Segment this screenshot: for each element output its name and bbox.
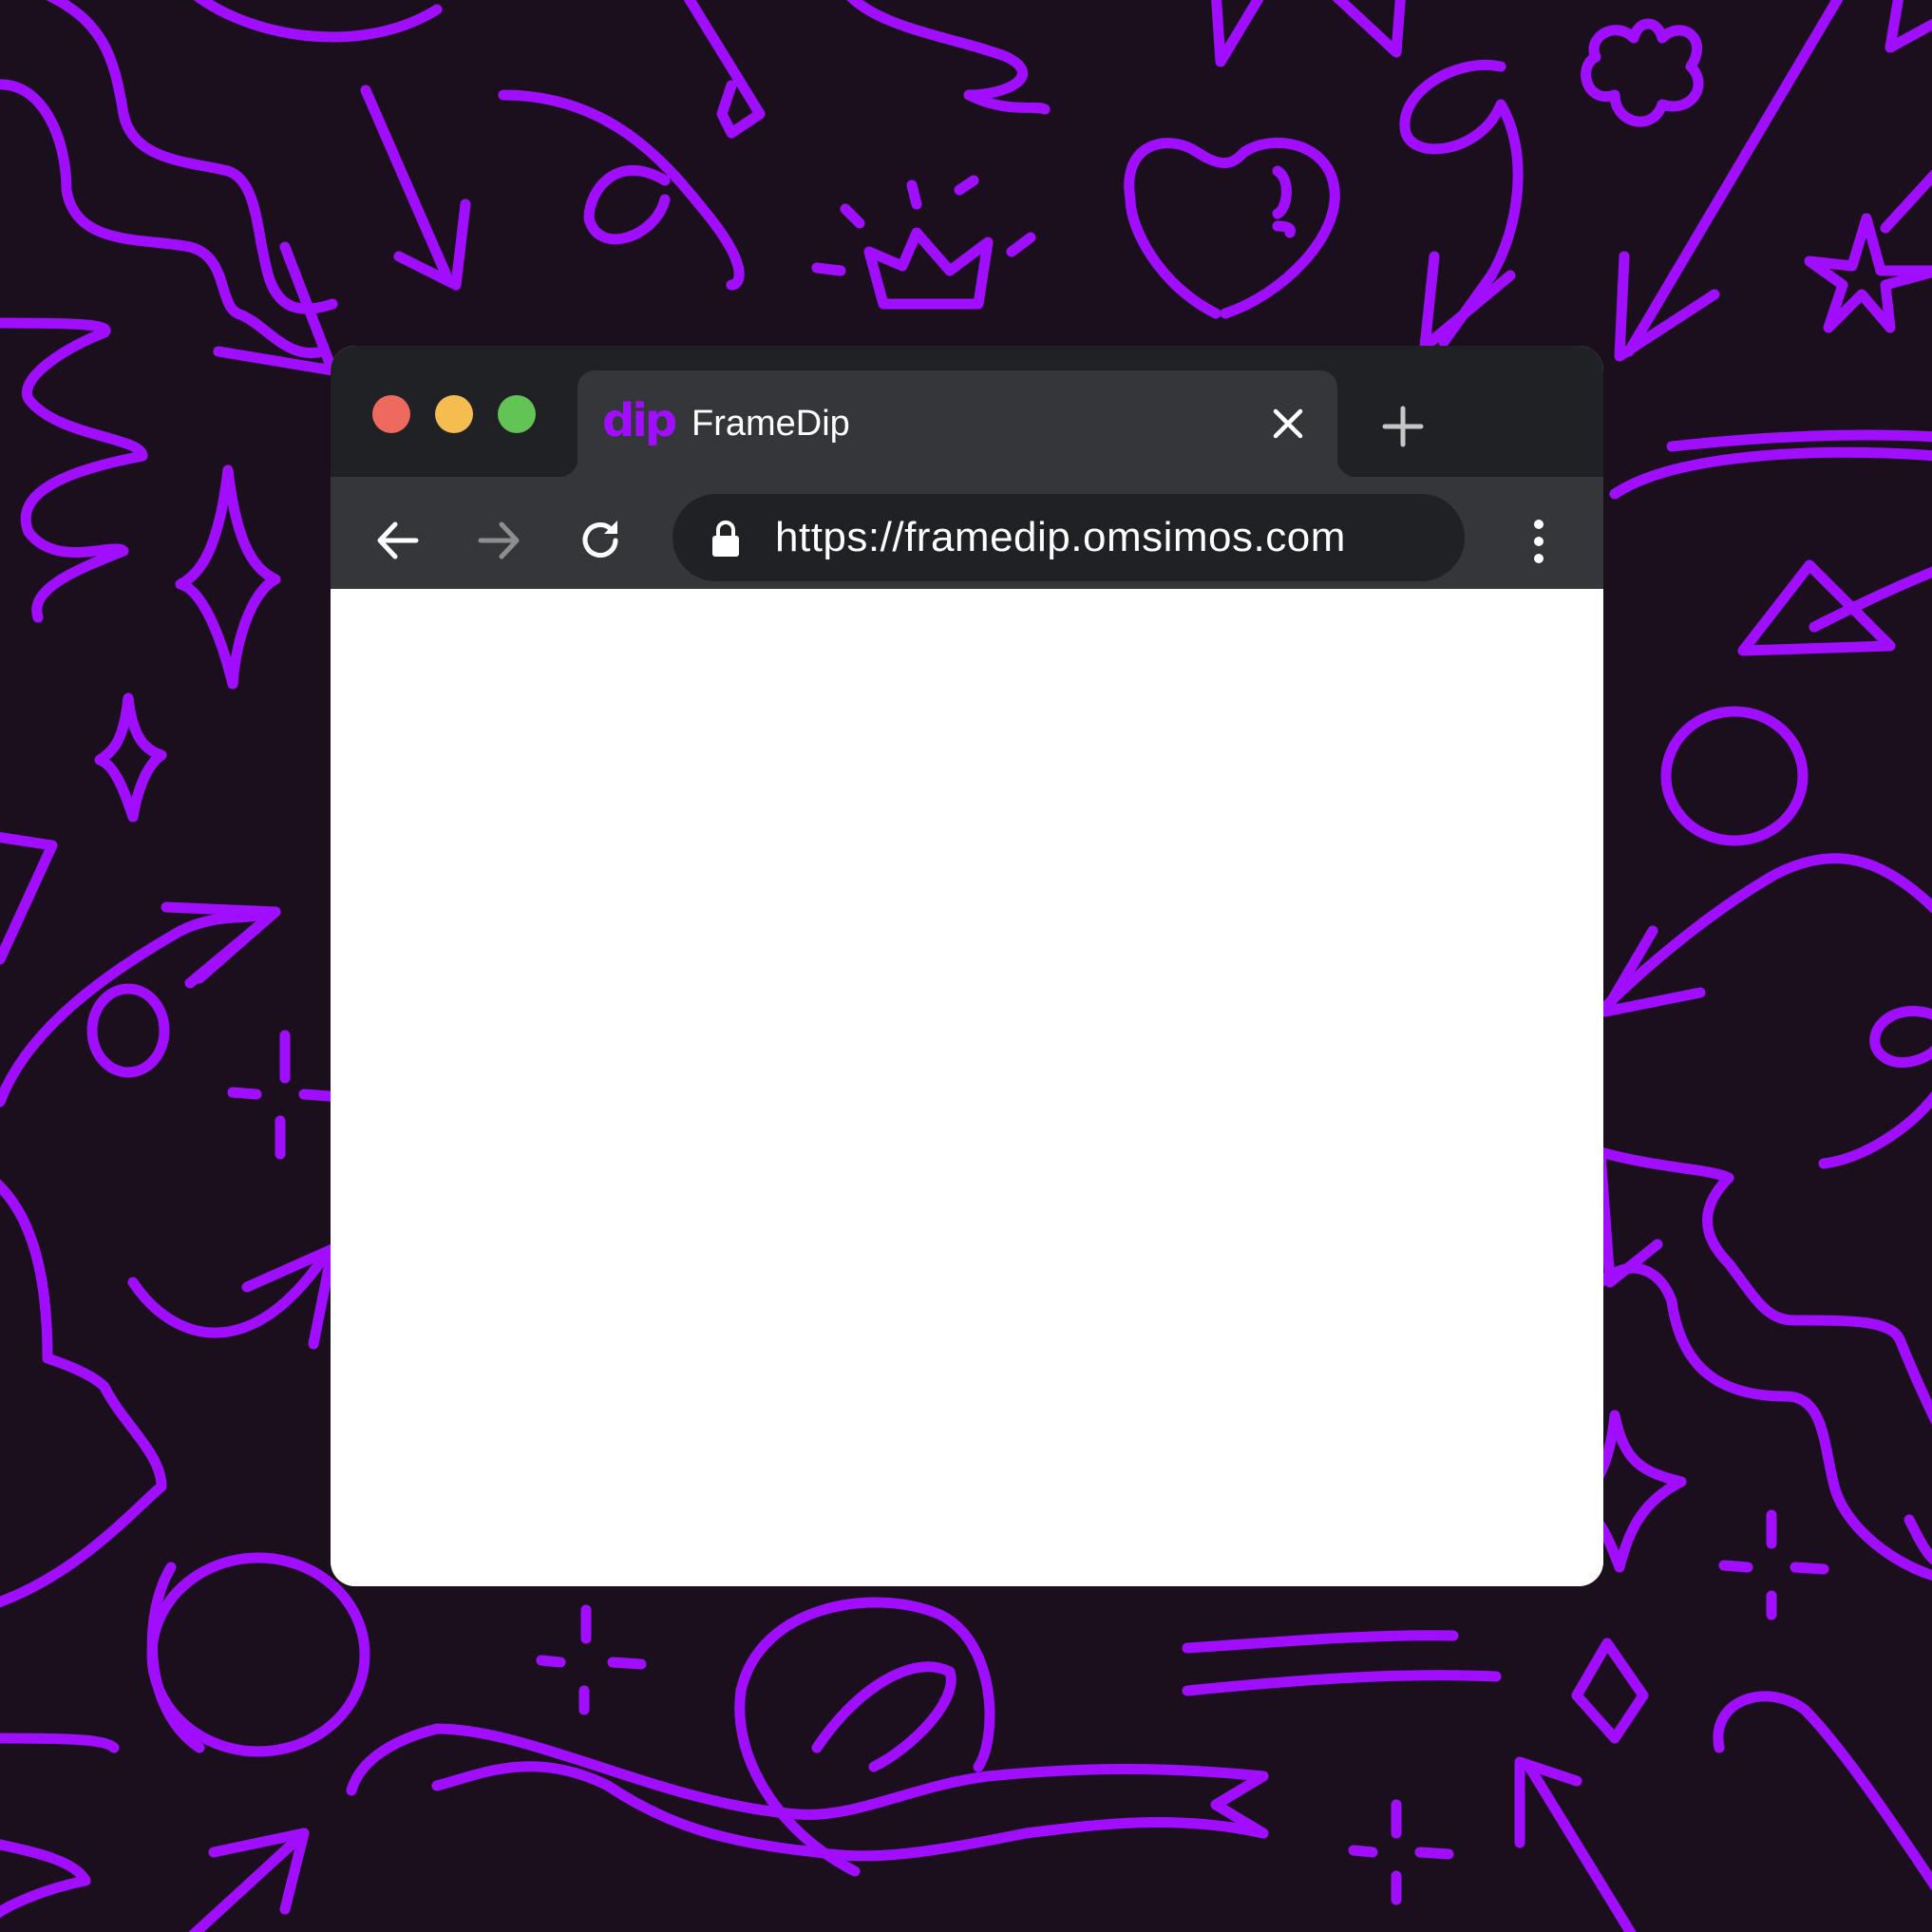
- arrow-right-icon[interactable]: [473, 515, 524, 566]
- doodle-heart-outline-icon: [0, 1179, 167, 1608]
- maximize-window-icon[interactable]: [498, 395, 536, 433]
- doodle-swoosh-icon: [1904, 1514, 1932, 1565]
- doodle-loop-icon: [86, 983, 170, 1078]
- minimize-window-icon[interactable]: [435, 395, 473, 433]
- doodle-zigzag-icon: [1211, 0, 1406, 67]
- doodle-arrowhead-icon: [0, 831, 58, 965]
- doodle-crown-icon: [863, 227, 994, 310]
- doodle-plus-spark-icon: [1348, 1799, 1454, 1905]
- doodle-arrow-down-icon: [360, 85, 452, 281]
- doodle-sparkle-icon: [175, 464, 281, 690]
- doodle-flower-icon: [1581, 18, 1704, 127]
- doodle-lines-icon: [1182, 1630, 1502, 1696]
- tab-strip: dip FrameDip: [331, 346, 1603, 477]
- doodle-arrow-up-icon: [1524, 1761, 1637, 1932]
- close-window-icon[interactable]: [372, 395, 410, 433]
- doodle-arrowhead-icon: [1614, 251, 1720, 362]
- kebab-menu-icon[interactable]: [1520, 513, 1558, 570]
- doodle-swoosh-icon: [1609, 429, 1932, 500]
- doodle-swoosh-icon: [0, 1733, 120, 1919]
- doodle-plus-spark-icon: [227, 1030, 348, 1160]
- doodle-swoosh-icon: [194, 0, 443, 43]
- browser-window: dip FrameDip https://framedip.omsimos.co…: [331, 346, 1603, 1586]
- doodle-heart-icon: [1124, 137, 1340, 319]
- reload-icon[interactable]: [576, 515, 627, 566]
- doodle-loop-icon: [1818, 1006, 1932, 1169]
- doodle-arrow-icon: [1809, 566, 1932, 633]
- url-text[interactable]: https://framedip.omsimos.com: [775, 511, 1346, 564]
- plus-icon[interactable]: [1379, 403, 1427, 450]
- doodle-sparkle-icon: [1885, 0, 1932, 53]
- doodle-circle-icon: [146, 1552, 370, 1757]
- doodle-circle-icon: [1660, 706, 1809, 846]
- doodle-arrowhead-icon: [1595, 1148, 1663, 1288]
- doodle-ribbon-icon: [846, 0, 1051, 115]
- doodle-sparkle-icon: [94, 692, 167, 823]
- doodle-squiggle-icon: [0, 317, 148, 623]
- tab-framedip[interactable]: dip FrameDip: [559, 370, 1356, 477]
- arrow-left-icon[interactable]: [372, 515, 424, 566]
- doodle-diamond-icon: [1571, 1638, 1649, 1744]
- browser-toolbar: https://framedip.omsimos.com: [331, 477, 1603, 589]
- doodle-loop-icon: [734, 1597, 995, 1877]
- doodle-hook-icon: [1713, 1691, 1932, 1891]
- doodle-plus-spark-icon: [536, 1604, 647, 1715]
- doodle-wavy-ribbon-icon: [1585, 1144, 1932, 1426]
- doodle-star-icon: [1804, 213, 1932, 333]
- doodle-loop-arrow-icon: [1399, 60, 1524, 348]
- page-content-area[interactable]: [331, 589, 1603, 1586]
- doodle-loop-icon: [498, 89, 745, 291]
- doodle-crown-spark-icon: [811, 175, 1036, 276]
- doodle-wavy-ribbon-icon: [0, 79, 329, 359]
- doodle-arrow-icon: [683, 0, 766, 139]
- doodle-triangle-icon: [1737, 559, 1896, 656]
- doodle-line-icon: [1880, 169, 1932, 234]
- doodle-plus-spark-icon: [1718, 1509, 1829, 1620]
- address-bar[interactable]: https://framedip.omsimos.com: [672, 494, 1465, 581]
- close-icon[interactable]: [1271, 407, 1305, 441]
- tab-title: FrameDip: [691, 404, 850, 444]
- lock-icon: [712, 521, 739, 557]
- doodle-long-arrow-icon: [1623, 0, 1844, 357]
- framedip-favicon-icon: dip: [602, 394, 677, 447]
